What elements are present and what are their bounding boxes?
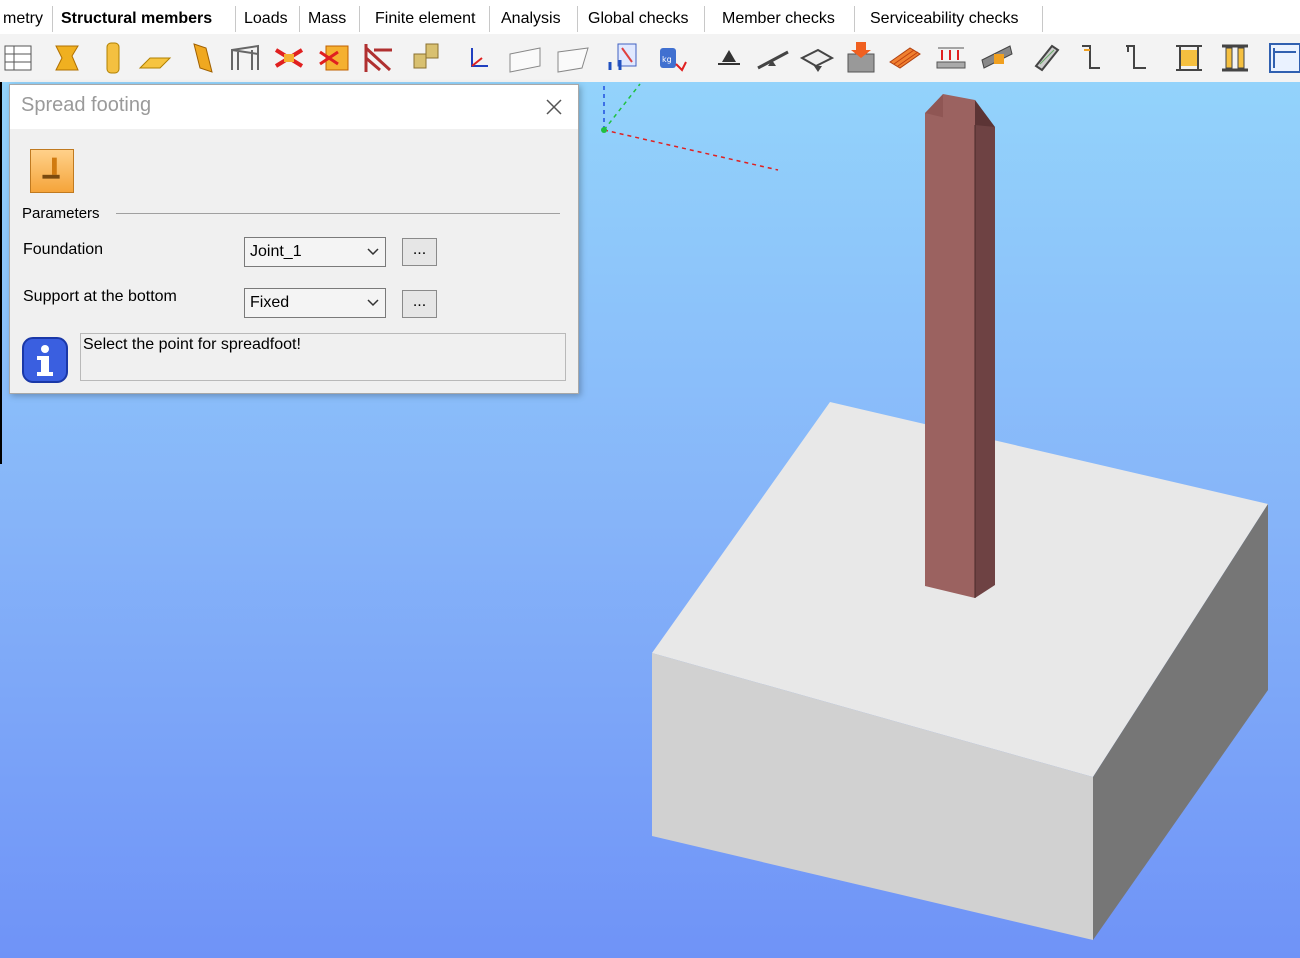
multi-bracing-icon[interactable]: [318, 40, 352, 76]
beam-section-icon[interactable]: [50, 40, 84, 76]
info-message: Select the point for spreadfoot!: [83, 336, 301, 353]
member-load-icon[interactable]: [980, 40, 1014, 76]
dialog-title-bar: Spread footing: [10, 85, 578, 129]
tab-structural-members[interactable]: Structural members: [53, 6, 236, 32]
plane-icon[interactable]: [508, 40, 542, 76]
table-icon[interactable]: [2, 40, 36, 76]
load-block-icon[interactable]: [844, 40, 878, 76]
close-icon[interactable]: [542, 95, 566, 119]
chevron-down-icon: [367, 299, 379, 307]
info-icon: [21, 336, 69, 384]
foundation-select-value: Joint_1: [250, 243, 302, 260]
spread-footing-icon[interactable]: [606, 40, 640, 76]
svg-text:kg: kg: [662, 55, 672, 64]
z-profile-2-icon[interactable]: [1118, 40, 1152, 76]
spread-footing-dialog: Spread footing Parameters Foundation Joi…: [9, 84, 579, 394]
slab-icon[interactable]: [138, 40, 172, 76]
stiffener-icon[interactable]: [1030, 40, 1064, 76]
steel-i-column[interactable]: [925, 94, 995, 598]
hinge-icon[interactable]: [756, 40, 790, 76]
column-icon[interactable]: [96, 40, 130, 76]
axis-icon[interactable]: [462, 40, 496, 76]
ribbon-tab-bar: metry Structural members Loads Mass Fini…: [0, 0, 1300, 35]
c-section-icon[interactable]: [1172, 40, 1206, 76]
left-edge-line: [0, 82, 2, 464]
tab-member-checks[interactable]: Member checks: [705, 6, 855, 32]
frame-icon[interactable]: [228, 40, 262, 76]
tab-serviceability-checks[interactable]: Serviceability checks: [855, 6, 1043, 32]
parameters-group-label: Parameters: [22, 205, 100, 222]
i-section-icon[interactable]: [1218, 40, 1252, 76]
z-profile-icon[interactable]: [1074, 40, 1108, 76]
chevron-down-icon: [367, 248, 379, 256]
plane-2-icon[interactable]: [556, 40, 590, 76]
mass-icon[interactable]: kg: [654, 40, 688, 76]
dialog-title: Spread footing: [21, 94, 152, 116]
tab-global-checks[interactable]: Global checks: [578, 6, 705, 32]
support-bottom-select-value: Fixed: [250, 294, 290, 311]
tab-analysis[interactable]: Analysis: [490, 6, 578, 32]
area-load-icon[interactable]: [934, 40, 968, 76]
spread-footing-icon[interactable]: [30, 149, 74, 193]
tab-finite-element[interactable]: Finite element: [360, 6, 490, 32]
foundation-more-button[interactable]: ...: [402, 238, 437, 266]
foundation-label: Foundation: [23, 241, 104, 258]
foundation-select[interactable]: Joint_1: [244, 237, 386, 267]
wall-icon[interactable]: [186, 40, 220, 76]
tab-mass[interactable]: Mass: [300, 6, 360, 32]
tab-loads[interactable]: Loads: [236, 6, 300, 32]
plate-support-icon[interactable]: [800, 40, 834, 76]
truss-icon[interactable]: [362, 40, 396, 76]
coordinate-axes: [601, 83, 779, 171]
support-icon[interactable]: [712, 40, 746, 76]
group-divider: [116, 213, 560, 214]
tab-geometry[interactable]: metry: [0, 6, 53, 32]
support-bottom-select[interactable]: Fixed: [244, 288, 386, 318]
info-message-box: Select the point for spreadfoot!: [80, 333, 566, 381]
support-bottom-more-button[interactable]: ...: [402, 290, 437, 318]
grid-icon[interactable]: [408, 40, 442, 76]
beam-icon[interactable]: [1266, 40, 1300, 76]
toolbar: kg: [0, 34, 1300, 83]
support-bottom-label: Support at the bottom: [23, 288, 177, 305]
distributed-load-icon[interactable]: [888, 40, 922, 76]
bracing-icon[interactable]: [272, 40, 306, 76]
